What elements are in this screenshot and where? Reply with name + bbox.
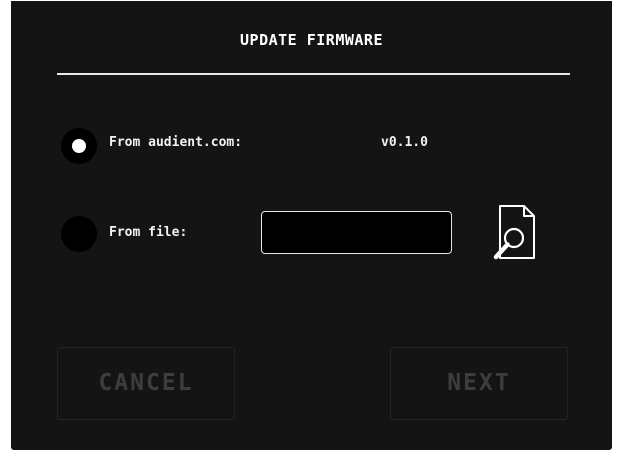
radio-from-audient[interactable] xyxy=(61,128,97,164)
dialog-title: UPDATE FIRMWARE xyxy=(240,31,383,49)
file-search-icon xyxy=(493,205,535,260)
file-path-input[interactable] xyxy=(261,211,452,254)
title-divider xyxy=(57,73,570,75)
from-file-label: From file: xyxy=(109,225,188,240)
radio-selected-dot xyxy=(72,139,86,153)
radio-from-file[interactable] xyxy=(61,216,97,252)
next-button[interactable]: NEXT xyxy=(390,347,568,420)
cancel-button[interactable]: CANCEL xyxy=(57,347,235,420)
browse-file-button[interactable] xyxy=(482,202,538,266)
firmware-version: v0.1.0 xyxy=(381,135,428,150)
from-audient-label: From audient.com: xyxy=(109,135,243,150)
update-firmware-dialog: UPDATE FIRMWARE From audient.com: v0.1.0… xyxy=(11,1,612,450)
